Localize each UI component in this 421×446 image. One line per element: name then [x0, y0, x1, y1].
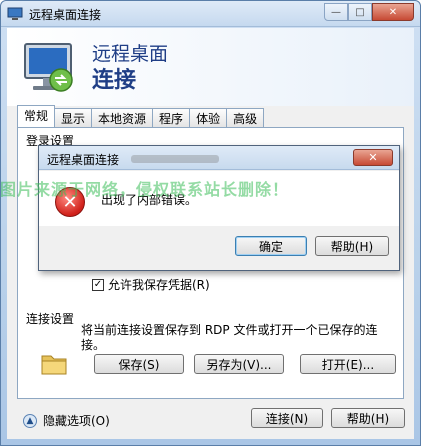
- close-button[interactable]: ✕: [372, 3, 414, 21]
- tab-strip: 常规 显示 本地资源 程序 体验 高级: [17, 105, 265, 127]
- save-as-button[interactable]: 另存为(V)...: [194, 354, 284, 374]
- blurred-host-text: [131, 155, 219, 163]
- error-dialog: 远程桌面连接 ✕ ✕ 出现了内部错误。 确定 帮助(H): [38, 145, 400, 271]
- tab-local-resources[interactable]: 本地资源: [91, 108, 154, 127]
- save-credentials-label: 允许我保存凭据(R): [108, 278, 210, 292]
- save-credentials-checkbox[interactable]: ✓: [92, 278, 104, 291]
- save-button[interactable]: 保存(S): [94, 354, 184, 374]
- monitor-connection-icon: [24, 43, 73, 92]
- open-button[interactable]: 打开(E)...: [300, 354, 396, 374]
- error-dialog-title: 远程桌面连接: [47, 153, 120, 167]
- folder-icon: [41, 355, 67, 375]
- hide-options-toggle[interactable]: ▲ 隐藏选项(O): [23, 412, 110, 429]
- connection-description: 将当前连接设置保存到 RDP 文件或打开一个已保存的连接。: [81, 323, 378, 352]
- tab-experience[interactable]: 体验: [189, 108, 228, 127]
- tab-advanced[interactable]: 高级: [226, 108, 265, 127]
- ok-button[interactable]: 确定: [235, 236, 307, 256]
- help-button[interactable]: 帮助(H): [331, 408, 405, 428]
- error-dialog-title-bar[interactable]: 远程桌面连接 ✕: [39, 146, 399, 170]
- tab-general[interactable]: 常规: [17, 105, 56, 127]
- tab-programs[interactable]: 程序: [152, 108, 191, 127]
- remote-desktop-icon: [7, 7, 23, 20]
- save-credentials-option[interactable]: ✓ 允许我保存凭据(R): [92, 276, 210, 293]
- connection-settings-label: 连接设置: [26, 312, 75, 326]
- window-title: 远程桌面连接: [29, 8, 102, 22]
- maximize-button[interactable]: □: [348, 3, 372, 21]
- chevron-up-icon: ▲: [23, 413, 37, 428]
- watermark-text: 图片来源于网络，侵权联系站长删除！: [0, 180, 290, 199]
- header-banner: 远程桌面 连接: [7, 28, 414, 106]
- error-dialog-close-button[interactable]: ✕: [353, 149, 393, 166]
- header-title-line2: 连接: [92, 68, 137, 93]
- hide-options-label: 隐藏选项(O): [43, 414, 110, 428]
- connect-button[interactable]: 连接(N): [251, 408, 323, 428]
- title-bar[interactable]: 远程桌面连接 — □ ✕: [1, 1, 420, 27]
- minimize-button[interactable]: —: [324, 3, 348, 21]
- tab-display[interactable]: 显示: [54, 108, 93, 127]
- error-help-button[interactable]: 帮助(H): [315, 236, 389, 256]
